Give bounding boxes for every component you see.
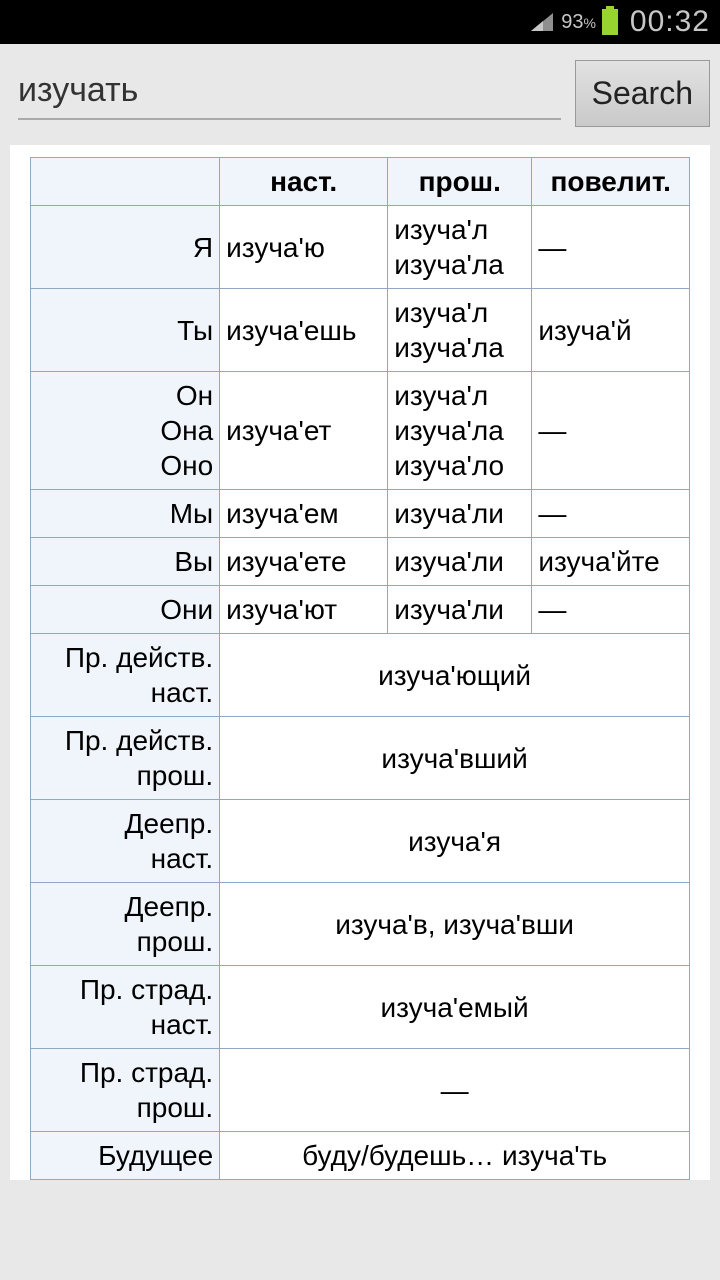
cell-form-value: изуча'я — [220, 800, 690, 883]
cell-form-label: Деепр. наст. — [31, 800, 220, 883]
cell-present: изуча'ешь — [220, 289, 388, 372]
cell-past: изуча'л изуча'ла — [388, 289, 532, 372]
cell-pronoun: Вы — [31, 538, 220, 586]
battery-icon — [602, 9, 618, 35]
table-row: Он Она Оно изуча'ет изуча'л изуча'ла изу… — [31, 372, 690, 490]
cell-form-label: Деепр. прош. — [31, 883, 220, 966]
search-bar: Search — [0, 44, 720, 139]
content-area: наст. прош. повелит. Я изуча'ю изуча'л и… — [10, 145, 710, 1180]
cell-imperative: изуча'й — [532, 289, 690, 372]
table-row: Пр. страд. прош. — — [31, 1049, 690, 1132]
cell-form-label: Пр. страд. прош. — [31, 1049, 220, 1132]
cell-form-label: Пр. страд. наст. — [31, 966, 220, 1049]
cell-past: изуча'л изуча'ла — [388, 206, 532, 289]
battery-percent: 93% — [561, 11, 596, 34]
cell-form-value: изуча'ющий — [220, 634, 690, 717]
cell-form-value: изуча'вший — [220, 717, 690, 800]
table-row: Вы изуча'ете изуча'ли изуча'йте — [31, 538, 690, 586]
table-header-row: наст. прош. повелит. — [31, 158, 690, 206]
col-imperative: повелит. — [532, 158, 690, 206]
cell-form-value: буду/будешь… изуча'ть — [220, 1132, 690, 1180]
cell-form-value: — — [220, 1049, 690, 1132]
cell-past: изуча'ли — [388, 538, 532, 586]
cell-form-label: Будущее — [31, 1132, 220, 1180]
table-row: Деепр. прош. изуча'в, изуча'вши — [31, 883, 690, 966]
table-row: Пр. действ. наст. изуча'ющий — [31, 634, 690, 717]
cell-pronoun: Ты — [31, 289, 220, 372]
cell-form-value: изуча'в, изуча'вши — [220, 883, 690, 966]
search-button[interactable]: Search — [575, 60, 710, 127]
table-row: Пр. страд. наст. изуча'емый — [31, 966, 690, 1049]
status-bar: 93% 00:32 — [0, 0, 720, 44]
cell-pronoun: Я — [31, 206, 220, 289]
cell-imperative: — — [532, 372, 690, 490]
cell-pronoun: Он Она Оно — [31, 372, 220, 490]
cell-form-label: Пр. действ. прош. — [31, 717, 220, 800]
table-row: Они изуча'ют изуча'ли — — [31, 586, 690, 634]
cell-form-value: изуча'емый — [220, 966, 690, 1049]
cell-pronoun: Мы — [31, 490, 220, 538]
table-row: Пр. действ. прош. изуча'вший — [31, 717, 690, 800]
cell-present: изуча'ет — [220, 372, 388, 490]
cell-present: изуча'ете — [220, 538, 388, 586]
cell-form-label: Пр. действ. наст. — [31, 634, 220, 717]
cell-past: изуча'л изуча'ла изуча'ло — [388, 372, 532, 490]
col-pronoun — [31, 158, 220, 206]
clock: 00:32 — [630, 5, 710, 39]
conjugation-table: наст. прош. повелит. Я изуча'ю изуча'л и… — [30, 157, 690, 1180]
cell-present: изуча'ют — [220, 586, 388, 634]
search-input[interactable] — [18, 67, 561, 120]
table-row: Я изуча'ю изуча'л изуча'ла — — [31, 206, 690, 289]
table-row: Ты изуча'ешь изуча'л изуча'ла изуча'й — [31, 289, 690, 372]
col-past: прош. — [388, 158, 532, 206]
col-present: наст. — [220, 158, 388, 206]
cell-present: изуча'ю — [220, 206, 388, 289]
table-row: Мы изуча'ем изуча'ли — — [31, 490, 690, 538]
table-row: Деепр. наст. изуча'я — [31, 800, 690, 883]
cell-imperative: изуча'йте — [532, 538, 690, 586]
table-row: Будущее буду/будешь… изуча'ть — [31, 1132, 690, 1180]
cell-imperative: — — [532, 586, 690, 634]
signal-icon — [531, 13, 553, 31]
cell-present: изуча'ем — [220, 490, 388, 538]
cell-pronoun: Они — [31, 586, 220, 634]
cell-past: изуча'ли — [388, 586, 532, 634]
cell-past: изуча'ли — [388, 490, 532, 538]
cell-imperative: — — [532, 206, 690, 289]
cell-imperative: — — [532, 490, 690, 538]
